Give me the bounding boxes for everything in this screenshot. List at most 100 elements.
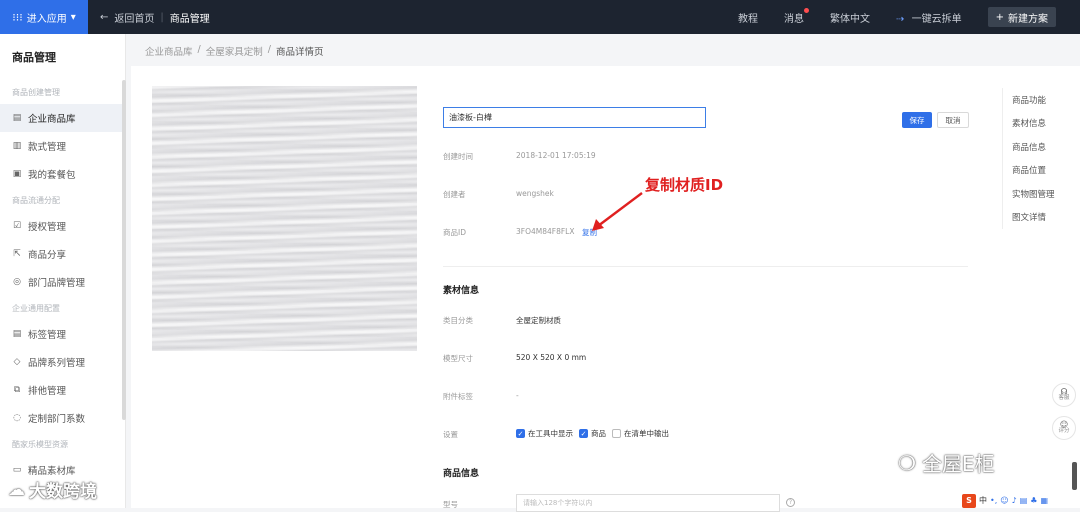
model-number-input[interactable]: 请输入128个字符以内 — [516, 494, 780, 512]
sidebar-item-authorization[interactable]: ☑ 授权管理 — [0, 212, 125, 240]
skin-icon: ♣ — [1030, 496, 1038, 505]
customer-service-button[interactable]: ☊ 客服 — [1052, 383, 1076, 407]
sidebar-item-tags[interactable]: ▤ 标签管理 — [0, 320, 125, 348]
separator: | — [160, 11, 164, 23]
sidebar-item-label: 部门品牌管理 — [28, 278, 86, 289]
breadcrumb-item[interactable]: 全屋家具定制 — [206, 44, 263, 58]
page-scrollbar[interactable] — [1072, 462, 1077, 490]
series-icon: ◇ — [13, 357, 21, 367]
sidebar-group-label: 酷家乐模型资源 — [12, 439, 68, 449]
sogou-ime-icon: S — [962, 493, 976, 508]
feedback-button[interactable]: ☺ 评分 — [1052, 416, 1076, 440]
sidebar-item-label: 标签管理 — [28, 330, 67, 341]
anchor-photo-management[interactable]: 实物图管理 — [1003, 182, 1080, 206]
checkbox-label: 商品 — [591, 429, 606, 438]
watermark-text: 全屋E柜 — [921, 452, 995, 476]
notification-dot — [804, 7, 810, 13]
brand-watermark: ☁ 大数跨境 — [8, 477, 97, 503]
product-checkbox[interactable]: ✓ 商品 — [579, 428, 606, 439]
sidebar: 商品管理 商品创建管理 ▤ 企业商品库 ▥ 款式管理 ▣ 我的套餐包 商品流通分… — [0, 34, 126, 508]
emoji-icon: ☺ — [1000, 496, 1009, 505]
breadcrumb-item[interactable]: 企业商品库 — [145, 44, 193, 58]
anchor-detail-graphics[interactable]: 图文详情 — [1003, 206, 1080, 230]
attachment-value: - — [516, 391, 519, 400]
exclusive-icon: ⧉ — [13, 385, 21, 395]
toolbox-icon: ▦ — [1040, 496, 1049, 505]
ime-toolbar[interactable]: S 中 •, ☺ ♪ ▤ ♣ ▦ — [962, 493, 1048, 508]
help-icon[interactable]: ? — [786, 498, 795, 507]
attachment-label: 附件标签 — [443, 392, 473, 401]
anchor-product-function[interactable]: 商品功能 — [1003, 88, 1080, 112]
anchor-product-location[interactable]: 商品位置 — [1003, 159, 1080, 183]
breadcrumb-current: 商品详情页 — [275, 47, 324, 58]
material-icon: ▭ — [12, 465, 22, 475]
material-preview-image — [152, 86, 417, 351]
split-order-link[interactable]: ⇢ 一键云拆单 — [896, 10, 962, 25]
punctuation-icon: •, — [990, 496, 998, 505]
anchor-material-info[interactable]: 素材信息 — [1003, 112, 1080, 136]
messages-link[interactable]: 消息 — [784, 7, 810, 25]
checkbox-label: 在清单中输出 — [624, 429, 669, 438]
cloud-split-icon: ⇢ — [896, 13, 905, 25]
authorize-icon: ☑ — [12, 221, 22, 231]
sidebar-item-brand[interactable]: ◎ 部门品牌管理 — [0, 268, 125, 296]
annotation-arrow-icon — [592, 192, 643, 231]
back-home-link[interactable]: 返回首页 — [114, 10, 154, 25]
tutorial-link[interactable]: 教程 — [738, 10, 758, 25]
sidebar-scrollbar[interactable] — [122, 80, 126, 420]
customer-service-label: 客服 — [1058, 395, 1070, 402]
sidebar-item-series[interactable]: ◇ 品牌系列管理 — [0, 348, 125, 376]
enter-app-button[interactable]: ⁝⁝⁝ 进入应用 ▾ — [0, 0, 88, 34]
sidebar-item-label: 品牌系列管理 — [28, 358, 86, 369]
sidebar-item-exclusive[interactable]: ⧉ 排他管理 — [0, 376, 125, 404]
cloud-logo-icon: ☁ — [8, 479, 25, 500]
cancel-button[interactable]: 取消 — [937, 112, 969, 128]
sidebar-title: 商品管理 — [12, 51, 56, 64]
sidebar-item-enterprise-library[interactable]: ▤ 企业商品库 — [0, 104, 125, 132]
settings-checkboxes: ✓ 在工具中显示 ✓ 商品 在清单中输出 — [516, 428, 675, 439]
product-info-title: 商品信息 — [443, 469, 480, 479]
wechat-watermark: ❍ 全屋E柜 — [898, 448, 995, 477]
breadcrumb: 企业商品库 / 全屋家具定制 / 商品详情页 — [145, 44, 323, 58]
list-icon: ▤ — [12, 113, 22, 123]
save-button[interactable]: 保存 — [902, 112, 932, 128]
product-name-input[interactable]: 油漆板-白樺 — [443, 107, 706, 128]
sidebar-item-label: 商品分享 — [28, 250, 67, 261]
product-id-value: 3FO4M84F8FLX — [516, 227, 575, 236]
annotation-label: 复制材质ID — [645, 176, 724, 194]
keyboard-icon: ▤ — [1019, 496, 1028, 505]
breadcrumb-top: ← 返回首页 | 商品管理 — [100, 0, 210, 34]
sidebar-item-label: 排他管理 — [28, 386, 67, 397]
sidebar-item-coefficient[interactable]: ◌ 定制部门系数 — [0, 404, 125, 432]
grid-icon: ⁝⁝⁝ — [12, 10, 23, 24]
sidebar-item-label: 授权管理 — [28, 222, 67, 233]
show-in-tool-checkbox[interactable]: ✓ 在工具中显示 — [516, 428, 573, 439]
settings-label: 设置 — [443, 430, 458, 439]
sidebar-item-my-package[interactable]: ▣ 我的套餐包 — [0, 160, 125, 188]
coefficient-icon: ◌ — [13, 413, 21, 423]
sidebar-item-style-management[interactable]: ▥ 款式管理 — [0, 132, 125, 160]
sidebar-item-share[interactable]: ⇱ 商品分享 — [0, 240, 125, 268]
sidebar-group-label: 企业通用配置 — [12, 303, 60, 313]
sidebar-item-label: 精品素材库 — [28, 466, 76, 477]
anchor-product-info[interactable]: 商品信息 — [1003, 135, 1080, 159]
created-time-value: 2018-12-01 17:05:19 — [516, 151, 596, 160]
tag-icon: ▤ — [12, 329, 22, 339]
new-scheme-button[interactable]: + 新建方案 — [987, 7, 1056, 27]
category-value: 全屋定制材质 — [516, 316, 561, 325]
wechat-icon: ❍ — [898, 450, 916, 475]
checkbox-checked-icon: ✓ — [579, 429, 588, 438]
checkbox-unchecked-icon — [612, 429, 621, 438]
creator-value: wengshek — [516, 189, 554, 198]
output-in-list-checkbox[interactable]: 在清单中输出 — [612, 428, 669, 439]
sidebar-group-label: 商品创建管理 — [12, 87, 60, 97]
caret-down-icon: ▾ — [70, 11, 76, 23]
language-switch[interactable]: 繁体中文 — [830, 10, 870, 25]
top-right-menu: 教程 消息 繁体中文 ⇢ 一键云拆单 + 新建方案 — [738, 0, 1080, 34]
enter-app-label: 进入应用 — [26, 13, 67, 25]
back-arrow-icon[interactable]: ← — [100, 12, 108, 23]
model-size-label: 模型尺寸 — [443, 354, 473, 363]
anchor-nav: 商品功能 素材信息 商品信息 商品位置 实物图管理 图文详情 — [1002, 88, 1080, 229]
model-size-value: 520 X 520 X 0 mm — [516, 353, 587, 362]
checkbox-label: 在工具中显示 — [528, 429, 573, 438]
